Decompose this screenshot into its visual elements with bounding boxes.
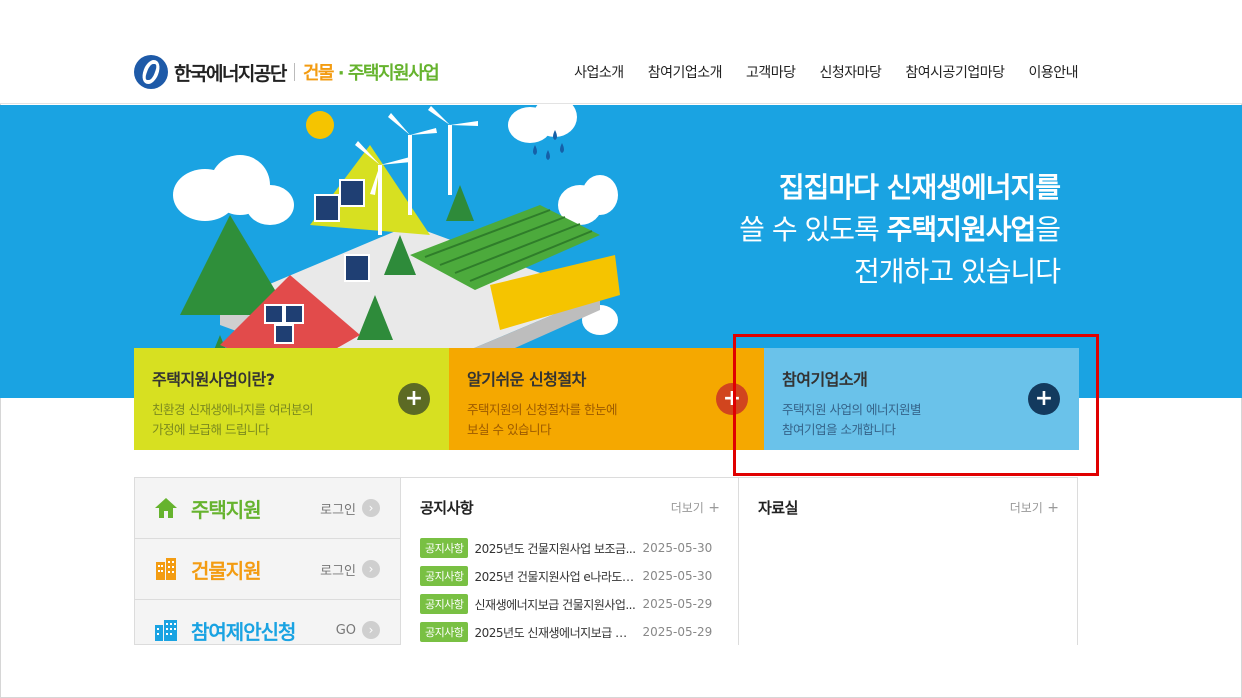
notice-row[interactable]: 공지사항 2025년도 건물지원사업 보조금... 2025-05-30 bbox=[420, 534, 720, 562]
notice-date: 2025-05-29 bbox=[642, 625, 713, 639]
notice-subject[interactable]: 신재생에너지보급 건물지원사업... bbox=[474, 596, 636, 613]
notice-row[interactable]: 공지사항 2025년도 신재생에너지보급 주택... 2025-05-29 bbox=[420, 618, 720, 646]
chevron-right-icon: › bbox=[362, 499, 380, 517]
hero-line-2: 쓸 수 있도록 주택지원사업을 bbox=[739, 213, 1061, 246]
side-item-building[interactable]: 건물지원 로그인 › bbox=[135, 539, 400, 600]
hero-headline: 집집마다 신재생에너지를 쓸 수 있도록 주택지원사업을 전개하고 있습니다 bbox=[739, 167, 1061, 293]
archive-more-link[interactable]: 더보기 bbox=[1010, 499, 1059, 516]
plus-icon[interactable]: + bbox=[398, 383, 430, 415]
notice-subject[interactable]: 2025년도 신재생에너지보급 주택... bbox=[474, 624, 636, 641]
side-item-label: 참여제안신청 bbox=[191, 619, 296, 644]
nav-item-applicant[interactable]: 신청자마당 bbox=[820, 62, 882, 82]
notice-date: 2025-05-30 bbox=[642, 541, 713, 555]
card-title: 주택지원사업이란? bbox=[152, 370, 275, 389]
side-item-housing[interactable]: 주택지원 로그인 › bbox=[135, 478, 400, 539]
building-icon bbox=[156, 558, 176, 580]
chevron-right-icon: › bbox=[362, 560, 380, 578]
notice-badge: 공지사항 bbox=[420, 622, 469, 642]
highlight-box bbox=[733, 334, 1099, 476]
card-title: 알기쉬운 신청절차 bbox=[467, 370, 586, 389]
card-application-procedure[interactable]: 알기쉬운 신청절차 주택지원의 신청절차를 한눈에 보실 수 있습니다 + bbox=[449, 348, 764, 450]
card-program-intro[interactable]: 주택지원사업이란? 친환경 신재생에너지를 여러분의 가정에 보급해 드립니다 + bbox=[134, 348, 449, 450]
chevron-right-icon: › bbox=[362, 621, 380, 639]
nav-item-customer[interactable]: 고객마당 bbox=[746, 62, 796, 82]
nav-item-contractor[interactable]: 참여시공기업마당 bbox=[905, 62, 1005, 82]
office-building-icon bbox=[155, 620, 177, 641]
site-logo[interactable]: 한국에너지공단 건물 · 주택지원사업 bbox=[134, 55, 440, 89]
notice-badge: 공지사항 bbox=[420, 566, 469, 586]
card-description: 주택지원의 신청절차를 한눈에 보실 수 있습니다 bbox=[467, 402, 617, 437]
side-item-label: 주택지원 bbox=[191, 497, 262, 522]
login-link[interactable]: 로그인 › bbox=[320, 560, 380, 579]
notice-subject[interactable]: 2025년도 건물지원사업 보조금... bbox=[474, 540, 636, 557]
nav-item-business-intro[interactable]: 사업소개 bbox=[574, 62, 624, 82]
notice-row[interactable]: 공지사항 신재생에너지보급 건물지원사업... 2025-05-29 bbox=[420, 590, 720, 618]
notice-date: 2025-05-29 bbox=[642, 597, 713, 611]
card-description: 친환경 신재생에너지를 여러분의 가정에 보급해 드립니다 bbox=[152, 402, 313, 437]
notice-more-link[interactable]: 더보기 bbox=[671, 499, 720, 516]
site-header: 한국에너지공단 건물 · 주택지원사업 사업소개 참여기업소개 고객마당 신청자… bbox=[0, 0, 1242, 104]
login-link[interactable]: 로그인 › bbox=[320, 499, 380, 518]
home-icon bbox=[155, 498, 177, 518]
hero-line-3: 전개하고 있습니다 bbox=[854, 255, 1061, 288]
support-side-menu: 주택지원 로그인 › 건물지원 로그인 › 참여제안신청 GO › bbox=[134, 477, 401, 645]
energy-agency-logo-icon bbox=[134, 55, 168, 89]
notice-list: 공지사항 2025년도 건물지원사업 보조금... 2025-05-30 공지사… bbox=[420, 534, 720, 646]
main-nav: 사업소개 참여기업소개 고객마당 신청자마당 참여시공기업마당 이용안내 bbox=[574, 62, 1078, 82]
logo-divider bbox=[293, 63, 295, 81]
hero-line-1: 집집마다 신재생에너지를 bbox=[778, 171, 1061, 204]
notice-panel: 공지사항 더보기 공지사항 2025년도 건물지원사업 보조금... 2025-… bbox=[401, 477, 739, 645]
program-title: 건물 · 주택지원사업 bbox=[302, 63, 440, 84]
notice-title: 공지사항 bbox=[420, 499, 474, 517]
go-link[interactable]: GO › bbox=[336, 621, 380, 639]
notice-subject[interactable]: 2025년 건물지원사업 e나라도움... bbox=[474, 568, 636, 585]
side-item-label: 건물지원 bbox=[191, 558, 262, 583]
notice-date: 2025-05-30 bbox=[642, 569, 713, 583]
side-item-proposal[interactable]: 참여제안신청 GO › bbox=[135, 600, 400, 644]
notice-badge: 공지사항 bbox=[420, 594, 469, 614]
nav-item-guide[interactable]: 이용안내 bbox=[1028, 62, 1078, 82]
notice-row[interactable]: 공지사항 2025년 건물지원사업 e나라도움... 2025-05-30 bbox=[420, 562, 720, 590]
nav-item-company-intro[interactable]: 참여기업소개 bbox=[648, 62, 723, 82]
notice-badge: 공지사항 bbox=[420, 538, 469, 558]
archive-panel: 자료실 더보기 bbox=[739, 477, 1078, 645]
org-name: 한국에너지공단 bbox=[174, 62, 287, 85]
archive-title: 자료실 bbox=[758, 499, 798, 517]
